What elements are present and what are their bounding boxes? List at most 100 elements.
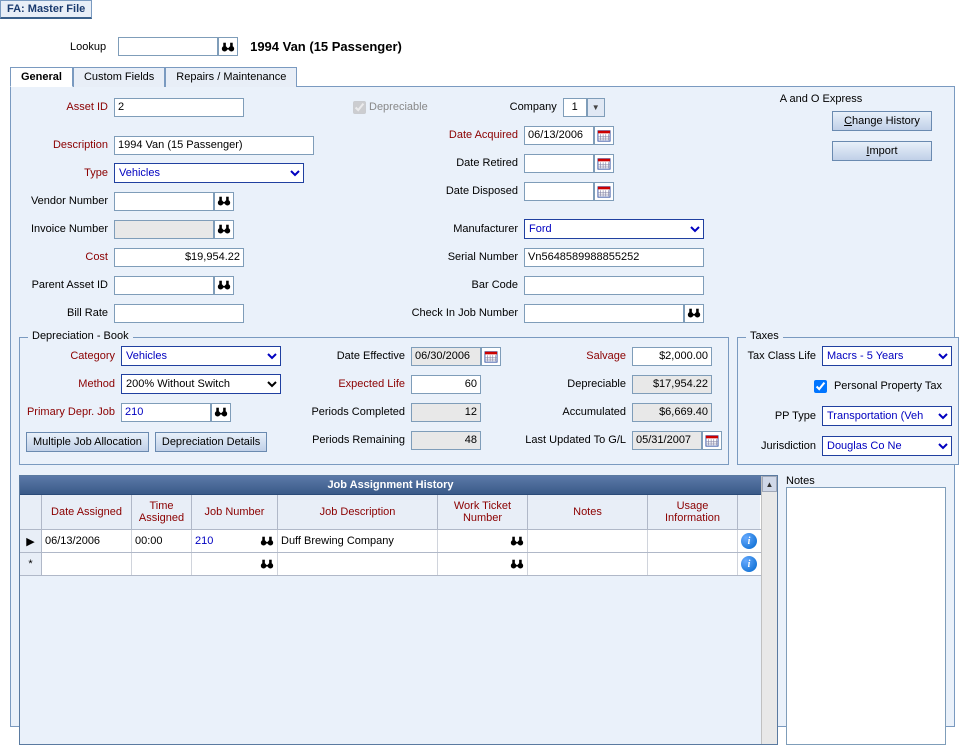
cell-notes[interactable] (528, 530, 648, 552)
cell-usage[interactable] (648, 530, 738, 552)
company-label: Company (478, 101, 563, 113)
col-notes[interactable]: Notes (528, 495, 648, 529)
col-work-ticket[interactable]: Work Ticket Number (438, 495, 528, 529)
multiple-job-allocation-button[interactable]: Multiple Job Allocation (26, 432, 149, 452)
bill-rate-field[interactable] (114, 304, 244, 323)
cell-desc[interactable]: Duff Brewing Company (278, 530, 438, 552)
pp-type-select[interactable]: Transportation (Veh (822, 406, 952, 426)
category-select[interactable]: Vehicles (121, 346, 281, 366)
cell-info[interactable]: i (738, 530, 760, 552)
date-disposed-calendar-button[interactable] (594, 182, 614, 201)
calendar-icon (484, 350, 498, 363)
table-row[interactable]: ▶ 06/13/2006 00:00 210 Duff Brewing Comp… (20, 530, 761, 553)
cost-label: Cost (19, 251, 114, 263)
vendor-lookup-button[interactable] (214, 192, 234, 211)
depreciable-amount-field (632, 375, 712, 394)
company-field[interactable] (563, 98, 587, 117)
import-button[interactable]: Import (832, 141, 932, 161)
check-in-job-lookup-button[interactable] (684, 304, 704, 323)
last-updated-field (632, 431, 702, 450)
row-new-indicator[interactable]: * (20, 553, 42, 575)
invoice-number-field[interactable] (114, 220, 214, 239)
date-effective-label: Date Effective (301, 350, 411, 362)
periods-completed-field (411, 403, 481, 422)
vendor-number-field[interactable] (114, 192, 214, 211)
check-in-job-field[interactable] (524, 304, 684, 323)
binoculars-icon[interactable] (510, 535, 524, 547)
parent-asset-field[interactable] (114, 276, 214, 295)
expected-life-label: Expected Life (301, 378, 411, 390)
date-retired-calendar-button[interactable] (594, 154, 614, 173)
tab-general[interactable]: General (10, 67, 73, 87)
col-usage[interactable]: Usage Information (648, 495, 738, 529)
lookup-input[interactable] (118, 37, 218, 56)
date-acquired-field[interactable] (524, 126, 594, 145)
calendar-icon (705, 434, 719, 447)
primary-job-lookup-button[interactable] (211, 403, 231, 422)
invoice-lookup-button[interactable] (214, 220, 234, 239)
binoculars-icon[interactable] (260, 535, 274, 547)
binoculars-icon[interactable] (260, 558, 274, 570)
col-job-description[interactable]: Job Description (278, 495, 438, 529)
vendor-number-label: Vendor Number (19, 195, 114, 207)
jurisdiction-select[interactable]: Douglas Co Ne (822, 436, 952, 456)
col-time-assigned[interactable]: Time Assigned (132, 495, 192, 529)
binoculars-icon (217, 195, 231, 207)
col-job-number[interactable]: Job Number (192, 495, 278, 529)
bar-code-field[interactable] (524, 276, 704, 295)
info-icon[interactable]: i (741, 556, 757, 572)
row-selector[interactable]: ▶ (20, 530, 42, 552)
depreciation-details-button[interactable]: Depreciation Details (155, 432, 267, 452)
primary-job-field[interactable] (121, 403, 211, 422)
last-updated-calendar-button[interactable] (702, 431, 722, 450)
accumulated-field (632, 403, 712, 422)
lookup-search-button[interactable] (218, 37, 238, 56)
binoculars-icon (221, 41, 235, 53)
periods-remaining-field (411, 431, 481, 450)
tab-custom-fields[interactable]: Custom Fields (73, 67, 165, 87)
notes-textarea[interactable] (786, 487, 946, 745)
cell-job[interactable]: 210 (192, 530, 278, 552)
depreciable-checkbox (353, 101, 366, 114)
window-title: FA: Master File (0, 0, 92, 19)
grid-scrollbar[interactable]: ▲ (761, 476, 777, 744)
date-disposed-label: Date Disposed (349, 185, 524, 197)
serial-number-field[interactable] (524, 248, 704, 267)
date-acquired-calendar-button[interactable] (594, 126, 614, 145)
type-select[interactable]: Vehicles (114, 163, 304, 183)
cell-time[interactable]: 00:00 (132, 530, 192, 552)
date-retired-label: Date Retired (349, 157, 524, 169)
parent-asset-lookup-button[interactable] (214, 276, 234, 295)
info-icon[interactable]: i (741, 533, 757, 549)
company-dropdown-button[interactable]: ▼ (587, 98, 605, 117)
company-name-display: A and O Express (731, 93, 911, 105)
date-effective-calendar-button[interactable] (481, 347, 501, 366)
asset-id-field[interactable] (114, 98, 244, 117)
tab-strip: General Custom Fields Repairs / Maintena… (10, 66, 955, 87)
binoculars-icon (217, 279, 231, 291)
serial-number-label: Serial Number (349, 251, 524, 263)
scroll-up-button[interactable]: ▲ (762, 476, 777, 492)
tab-repairs-maintenance[interactable]: Repairs / Maintenance (165, 67, 297, 87)
col-date-assigned[interactable]: Date Assigned (42, 495, 132, 529)
calendar-icon (597, 129, 611, 142)
method-select[interactable]: 200% Without Switch (121, 374, 281, 394)
date-effective-field[interactable] (411, 347, 481, 366)
date-retired-field[interactable] (524, 154, 594, 173)
binoculars-icon[interactable] (510, 558, 524, 570)
job-assignment-history-grid[interactable]: Job Assignment History Date Assigned Tim… (19, 475, 778, 745)
manufacturer-select[interactable]: Ford (524, 219, 704, 239)
date-disposed-field[interactable] (524, 182, 594, 201)
accumulated-label: Accumulated (521, 406, 632, 418)
expected-life-field[interactable] (411, 375, 481, 394)
personal-property-tax-checkbox[interactable] (814, 380, 827, 393)
col-info (738, 495, 760, 529)
cost-field[interactable] (114, 248, 244, 267)
salvage-field[interactable] (632, 347, 712, 366)
cell-ticket[interactable] (438, 530, 528, 552)
table-new-row[interactable]: * i (20, 553, 761, 576)
change-history-button[interactable]: Change History (832, 111, 932, 131)
tax-class-life-select[interactable]: Macrs - 5 Years (822, 346, 952, 366)
cell-date[interactable]: 06/13/2006 (42, 530, 132, 552)
description-field[interactable] (114, 136, 314, 155)
